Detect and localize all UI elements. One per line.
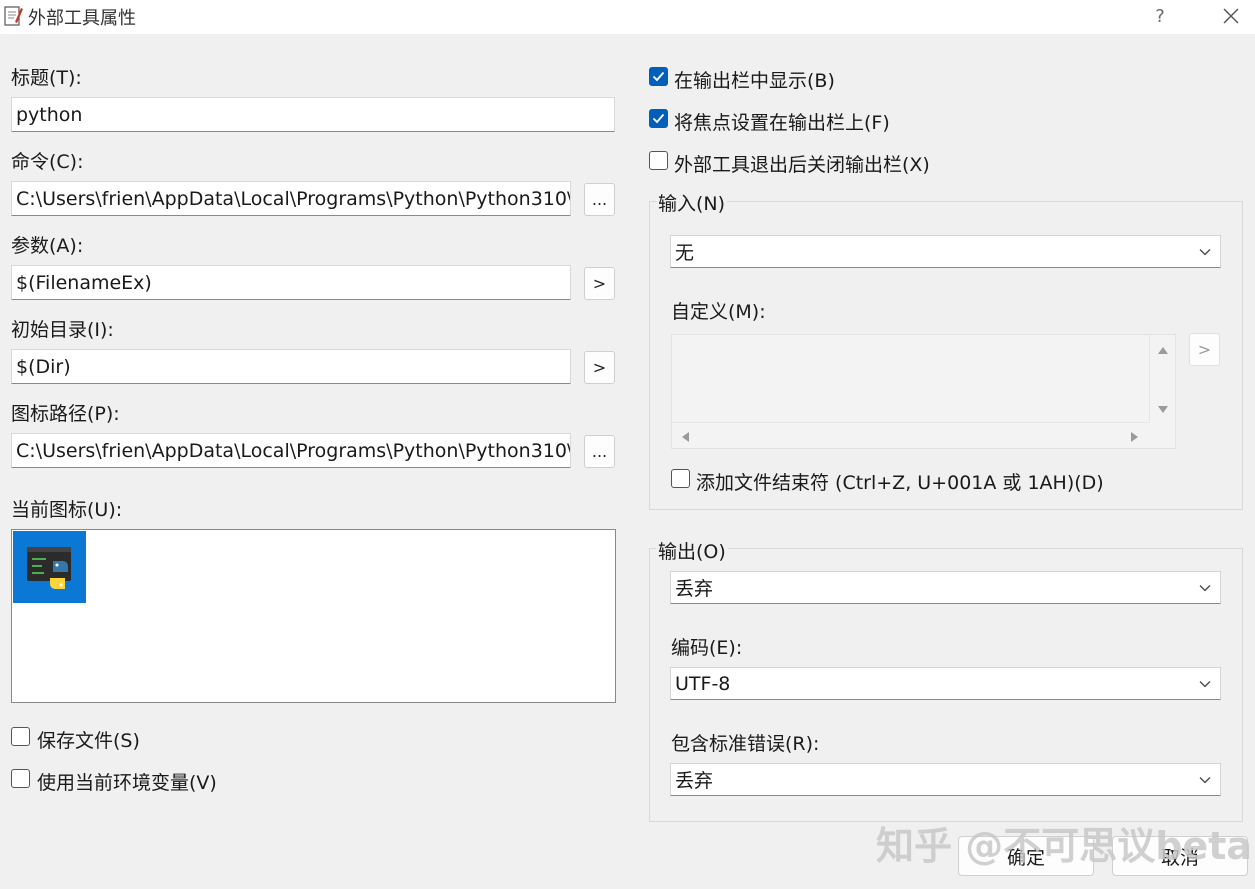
initdir-input[interactable]: $(Dir): [11, 349, 571, 384]
use-env-checkbox[interactable]: [11, 769, 30, 788]
encoding-select-value: UTF-8: [675, 672, 731, 695]
current-icon-label: 当前图标(U):: [11, 499, 123, 521]
iconpath-label: 图标路径(P):: [11, 403, 120, 425]
initdir-label: 初始目录(I):: [11, 319, 114, 341]
eof-label: 添加文件结束符 (Ctrl+Z, U+001A 或 1AH)(D): [696, 472, 1104, 494]
app-icon: [3, 4, 23, 28]
command-browse-button[interactable]: ...: [584, 183, 615, 216]
stderr-select-value: 丢弃: [675, 770, 714, 792]
title-input[interactable]: python: [11, 97, 615, 132]
scroll-right-icon[interactable]: [1130, 431, 1140, 443]
stderr-select[interactable]: 丢弃: [670, 763, 1221, 796]
title-bar: [0, 0, 1255, 34]
chevron-down-icon: [1199, 777, 1211, 784]
input-select-value: 无: [675, 242, 695, 264]
chevron-down-icon: [1199, 681, 1211, 688]
scroll-up-icon[interactable]: [1157, 345, 1169, 355]
command-input[interactable]: C:\Users\frien\AppData\Local\Programs\Py…: [11, 181, 571, 216]
help-button[interactable]: ?: [1145, 2, 1175, 30]
stderr-label: 包含标准错误(R):: [671, 733, 820, 755]
args-input[interactable]: $(FilenameEx): [11, 265, 571, 300]
custom-label: 自定义(M):: [671, 301, 766, 323]
command-browse-label: ...: [591, 190, 608, 209]
custom-menu-button[interactable]: >: [1189, 333, 1220, 366]
initdir-menu-label: >: [592, 358, 607, 377]
encoding-label: 编码(E):: [671, 637, 743, 659]
watermark: 知乎 @不可思议beta: [876, 824, 1253, 868]
close-output-checkbox[interactable]: [649, 151, 668, 170]
close-icon: [1223, 8, 1239, 24]
save-file-checkbox[interactable]: [11, 727, 30, 746]
chevron-down-icon: [1199, 249, 1211, 256]
args-input-value: $(FilenameEx): [16, 271, 152, 294]
close-output-label: 外部工具退出后关闭输出栏(X): [674, 154, 930, 176]
vertical-scrollbar[interactable]: [1149, 335, 1175, 423]
initdir-input-value: $(Dir): [16, 355, 71, 378]
horizontal-scrollbar[interactable]: [672, 422, 1150, 448]
initdir-menu-button[interactable]: >: [584, 351, 615, 384]
focus-output-checkbox[interactable]: [649, 109, 668, 128]
scroll-left-icon[interactable]: [680, 431, 690, 443]
title-label: 标题(T):: [11, 67, 82, 89]
command-label: 命令(C):: [11, 151, 84, 173]
focus-output-label: 将焦点设置在输出栏上(F): [674, 112, 890, 134]
iconpath-input-value: C:\Users\frien\AppData\Local\Programs\Py…: [16, 439, 571, 462]
help-icon: ?: [1155, 5, 1165, 27]
output-select-value: 丢弃: [675, 578, 714, 600]
window-title: 外部工具属性: [28, 8, 136, 29]
command-input-value: C:\Users\frien\AppData\Local\Programs\Py…: [16, 187, 571, 210]
title-input-value: python: [16, 103, 83, 126]
args-menu-label: >: [592, 274, 607, 293]
icon-list[interactable]: [11, 529, 616, 703]
custom-textarea[interactable]: [671, 334, 1176, 449]
input-group-title: 输入(N): [656, 189, 728, 216]
args-label: 参数(A):: [11, 235, 84, 257]
iconpath-browse-button[interactable]: ...: [584, 435, 615, 468]
output-group-title: 输出(O): [656, 537, 728, 564]
close-button[interactable]: [1216, 2, 1246, 30]
iconpath-input[interactable]: C:\Users\frien\AppData\Local\Programs\Py…: [11, 433, 571, 468]
chevron-down-icon: [1199, 585, 1211, 592]
encoding-select[interactable]: UTF-8: [670, 667, 1221, 700]
checkmark-icon: [652, 113, 665, 124]
show-output-checkbox[interactable]: [649, 67, 668, 86]
output-select[interactable]: 丢弃: [670, 571, 1221, 604]
save-file-label: 保存文件(S): [37, 730, 140, 752]
custom-menu-label: >: [1197, 340, 1212, 359]
python-icon[interactable]: [13, 531, 86, 603]
eof-checkbox[interactable]: [671, 469, 690, 488]
input-select[interactable]: 无: [670, 235, 1221, 268]
show-output-label: 在输出栏中显示(B): [674, 70, 835, 92]
checkmark-icon: [652, 71, 665, 82]
use-env-label: 使用当前环境变量(V): [37, 772, 217, 794]
scroll-down-icon[interactable]: [1157, 405, 1169, 415]
args-menu-button[interactable]: >: [584, 267, 615, 300]
iconpath-browse-label: ...: [591, 442, 608, 461]
